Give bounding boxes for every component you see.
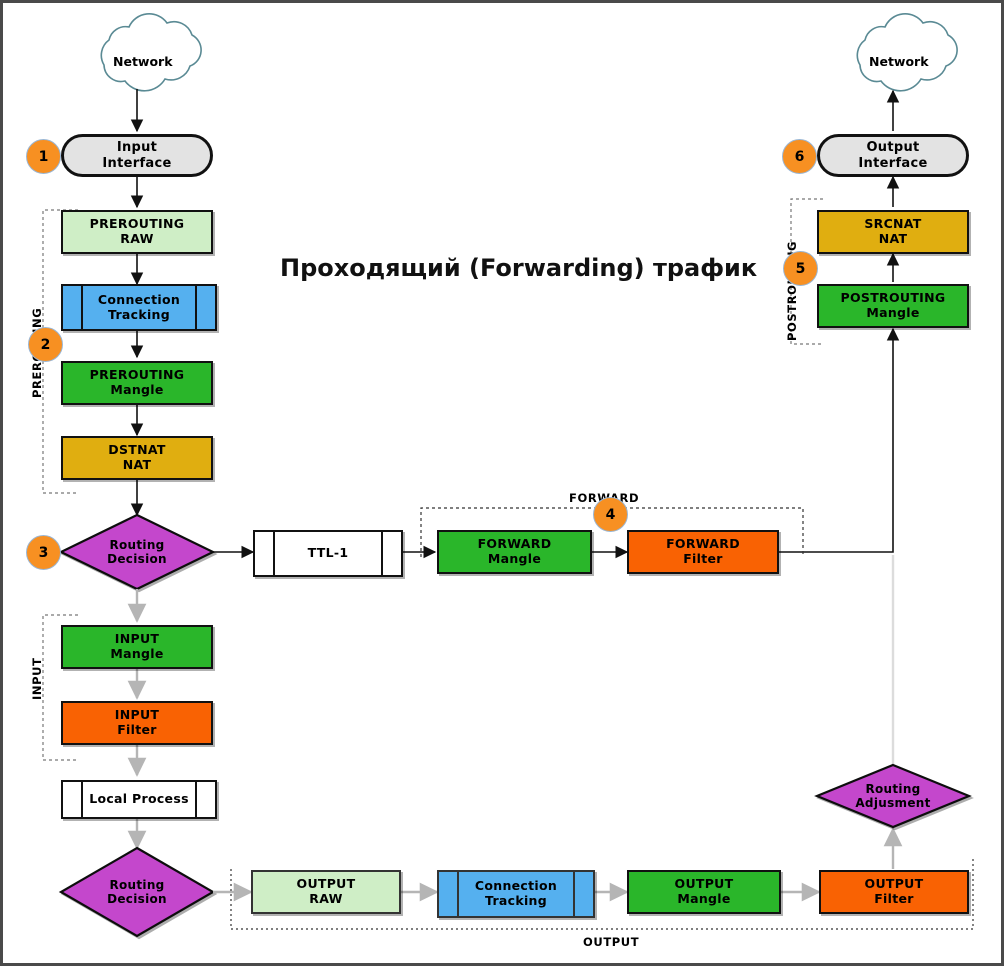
chain-conntrack-in-label: Connection Tracking bbox=[97, 291, 181, 322]
chain-output-filter[interactable]: OUTPUT Filter bbox=[819, 870, 969, 914]
chain-srcnat[interactable]: SRCNAT NAT bbox=[817, 210, 969, 254]
step-badge-5[interactable]: 5 bbox=[783, 251, 818, 286]
step-badge-4[interactable]: 4 bbox=[593, 497, 628, 532]
input-group-label: INPUT bbox=[30, 657, 44, 700]
local-process[interactable]: Local Process bbox=[61, 780, 217, 819]
cloud-in-icon bbox=[100, 13, 202, 92]
diagram-title: Проходящий (Forwarding) трафик bbox=[280, 254, 758, 282]
chain-output-raw[interactable]: OUTPUT RAW bbox=[251, 870, 401, 914]
chain-prerouting-mangle[interactable]: PREROUTING Mangle bbox=[61, 361, 213, 405]
chain-prerouting-raw[interactable]: PREROUTING RAW bbox=[61, 210, 213, 254]
diagram-canvas: Проходящий (Forwarding) трафик Network N… bbox=[0, 0, 1004, 966]
step-badge-3[interactable]: 3 bbox=[26, 535, 61, 570]
cloud-in-label: Network bbox=[113, 54, 173, 69]
routing-adjusment-label: Routing Adjusment bbox=[855, 781, 931, 810]
chain-input-mangle[interactable]: INPUT Mangle bbox=[61, 625, 213, 669]
chain-ttl-label: TTL-1 bbox=[307, 545, 349, 561]
routing-decision-2-label: Routing Decision bbox=[107, 877, 167, 906]
output-group-label: OUTPUT bbox=[583, 935, 640, 949]
cloud-out-label: Network bbox=[869, 54, 929, 69]
step-badge-6[interactable]: 6 bbox=[782, 139, 817, 174]
output-interface[interactable]: Output Interface bbox=[817, 134, 969, 177]
routing-decision-1-label: Routing Decision bbox=[107, 537, 167, 566]
chain-postrouting-mangle[interactable]: POSTROUTING Mangle bbox=[817, 284, 969, 328]
step-badge-2[interactable]: 2 bbox=[28, 327, 63, 362]
chain-input-filter[interactable]: INPUT Filter bbox=[61, 701, 213, 745]
chain-conntrack-out-label: Connection Tracking bbox=[474, 878, 558, 908]
local-process-label: Local Process bbox=[89, 791, 189, 807]
cloud-out-icon bbox=[856, 13, 958, 92]
chain-forward-filter[interactable]: FORWARD Filter bbox=[627, 530, 779, 574]
step-badge-1[interactable]: 1 bbox=[26, 139, 61, 174]
chain-conntrack-in[interactable]: Connection Tracking bbox=[61, 284, 217, 331]
chain-conntrack-out[interactable]: Connection Tracking bbox=[437, 870, 595, 918]
chain-dstnat[interactable]: DSTNAT NAT bbox=[61, 436, 213, 480]
chain-ttl[interactable]: TTL-1 bbox=[253, 530, 403, 577]
chain-output-mangle[interactable]: OUTPUT Mangle bbox=[627, 870, 781, 914]
input-interface[interactable]: Input Interface bbox=[61, 134, 213, 177]
chain-forward-mangle[interactable]: FORWARD Mangle bbox=[437, 530, 592, 574]
